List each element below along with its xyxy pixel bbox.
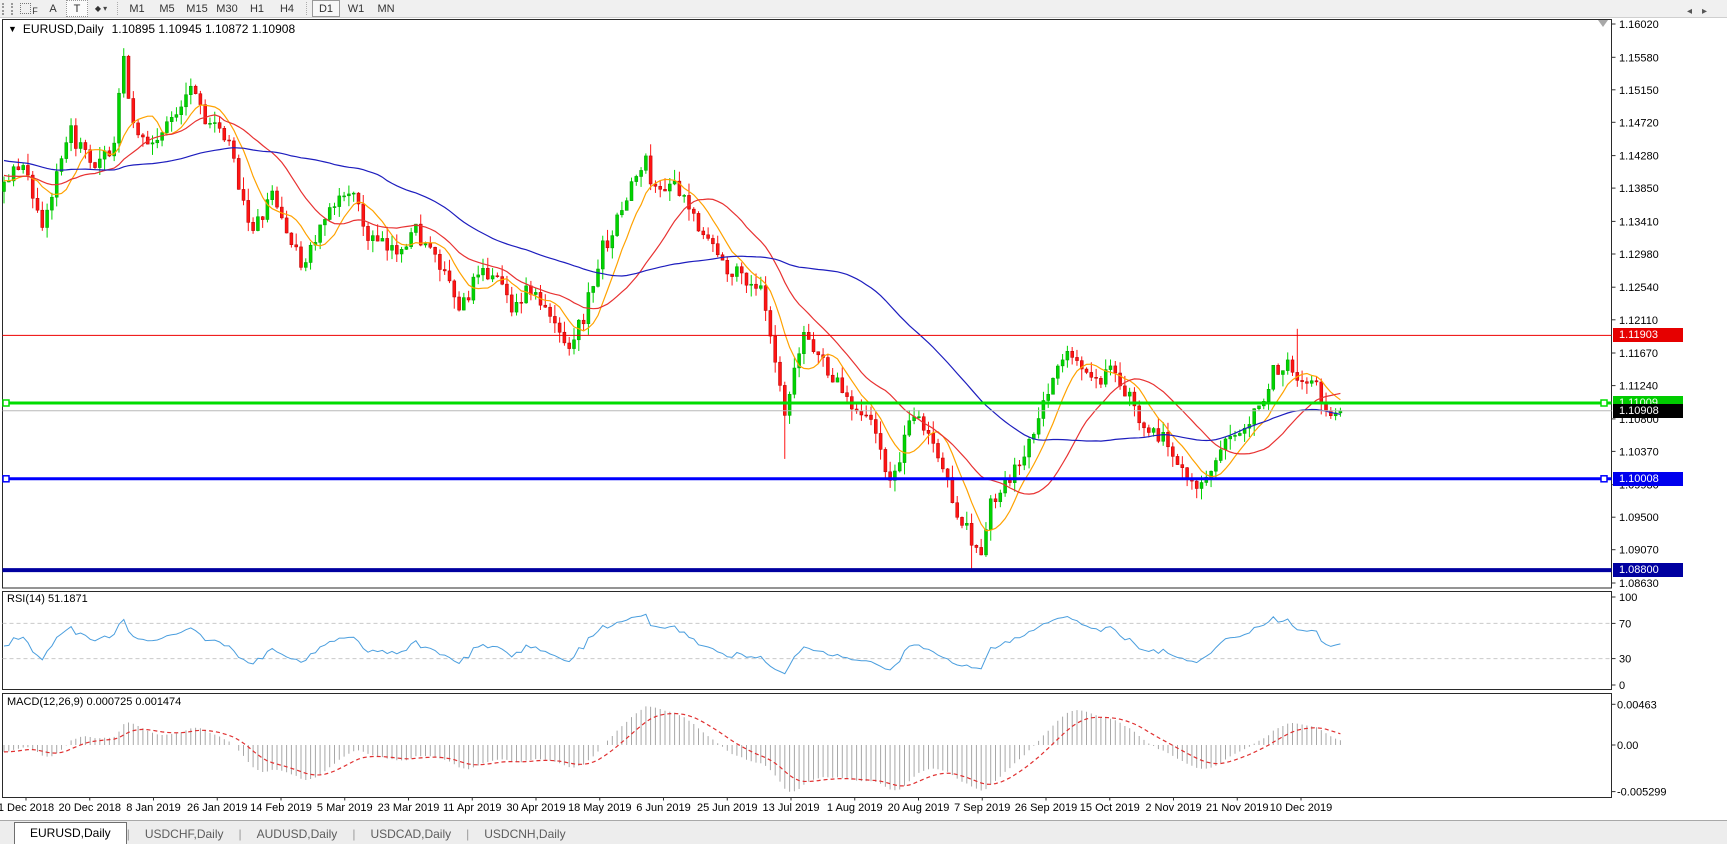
price-tick-label: 1.10370 <box>1619 446 1659 458</box>
date-tick-label: 6 Jun 2019 <box>636 802 690 814</box>
chart-tab-usdcad[interactable]: USDCAD,Daily <box>355 825 466 844</box>
macd-tick-label: 0.00 <box>1617 740 1638 752</box>
macd-indicator-label: MACD(12,26,9) 0.000725 0.001474 <box>7 696 181 708</box>
date-tick-label: 15 Oct 2019 <box>1080 802 1140 814</box>
price-tick-label: 1.12540 <box>1619 282 1659 294</box>
main-chart-frame <box>3 20 1612 589</box>
chart-canvas[interactable]: 1.16020 1.15580 1.15150 1.14720 1.14280 1.138… <box>0 0 1727 844</box>
price-tick-label: 1.15580 <box>1619 52 1659 64</box>
date-tick-label: 21 Nov 2019 <box>1206 802 1268 814</box>
date-tick-label: 20 Aug 2019 <box>888 802 950 814</box>
rsi-panel-frame <box>3 592 1612 690</box>
chart-tab-audusd[interactable]: AUDUSD,Daily <box>242 825 353 844</box>
price-tick-label: 1.12980 <box>1619 249 1659 261</box>
time-axis[interactable]: 1 Dec 2018 20 Dec 2018 8 Jan 2019 26 Jan 20… <box>0 799 1727 819</box>
date-tick-label: 26 Jan 2019 <box>187 802 248 814</box>
chart-tab-usdchf[interactable]: USDCHF,Daily <box>130 825 239 844</box>
price-tick-label: 1.11240 <box>1619 381 1658 393</box>
price-tick-label: 1.11670 <box>1619 348 1658 360</box>
date-tick-label: 25 Jun 2019 <box>697 802 758 814</box>
chart-tab-bar: EURUSD,Daily|USDCHF,Daily|AUDUSD,Daily|U… <box>0 820 1727 844</box>
price-badge-1.10908: 1.10908 <box>1613 404 1683 418</box>
price-tick-label: 1.13410 <box>1619 216 1659 228</box>
price-tick-label: 1.08630 <box>1619 578 1659 590</box>
chart-tab-eurusd[interactable]: EURUSD,Daily <box>14 822 127 844</box>
price-tick-label: 1.16020 <box>1619 19 1659 31</box>
rsi-tick-label: 0 <box>1619 680 1625 692</box>
macd-tick-label: 0.00463 <box>1617 699 1657 711</box>
date-tick-label: 5 Mar 2019 <box>317 802 373 814</box>
date-tick-label: 11 Apr 2019 <box>443 802 502 814</box>
date-tick-label: 1 Dec 2018 <box>0 802 54 814</box>
quote-dropdown-icon[interactable]: ▼ <box>8 24 17 34</box>
date-tick-label: 1 Aug 2019 <box>827 802 883 814</box>
rsi-tick-label: 30 <box>1619 654 1631 666</box>
date-tick-label: 20 Dec 2018 <box>59 802 121 814</box>
rsi-indicator-label: RSI(14) 51.1871 <box>7 593 88 605</box>
date-tick-label: 10 Dec 2019 <box>1270 802 1332 814</box>
hline-handle-left-1.10008[interactable] <box>3 476 9 482</box>
price-tick-label: 1.12110 <box>1619 315 1658 327</box>
price-tick-label: 1.14280 <box>1619 151 1659 163</box>
price-tick-label: 1.15150 <box>1619 85 1659 97</box>
date-tick-label: 7 Sep 2019 <box>954 802 1010 814</box>
mt4-window: F A T ◆ ▾ M1M5M15M30H1H4D1W1MN ▼ EURUSD,… <box>0 0 1727 844</box>
date-tick-label: 8 Jan 2019 <box>126 802 180 814</box>
date-tick-label: 30 Apr 2019 <box>506 802 565 814</box>
date-tick-label: 18 May 2019 <box>568 802 632 814</box>
date-tick-label: 23 Mar 2019 <box>378 802 440 814</box>
symbol-period-title: EURUSD,Daily <box>23 22 104 36</box>
hline-handle-right-1.10008[interactable] <box>1601 476 1607 482</box>
rsi-tick-label: 70 <box>1619 618 1631 630</box>
date-tick-label: 14 Feb 2019 <box>250 802 312 814</box>
date-tick-label: 2 Nov 2019 <box>1145 802 1201 814</box>
chart-header: ▼ EURUSD,Daily 1.10895 1.10945 1.10872 1… <box>8 22 295 36</box>
price-badge-1.11903: 1.11903 <box>1613 328 1683 342</box>
price-tick-label: 1.09070 <box>1619 545 1659 557</box>
date-tick-label: 13 Jul 2019 <box>763 802 820 814</box>
date-tick-label: 26 Sep 2019 <box>1015 802 1077 814</box>
hline-handle-left-1.11009[interactable] <box>3 400 9 406</box>
chart-shift-marker[interactable] <box>1598 20 1608 27</box>
rsi-tick-label: 100 <box>1619 592 1637 604</box>
ohlc-values: 1.10895 1.10945 1.10872 1.10908 <box>112 22 296 36</box>
price-tick-label: 1.13850 <box>1619 183 1659 195</box>
price-badge-1.08800: 1.08800 <box>1613 563 1683 577</box>
price-tick-label: 1.09500 <box>1619 512 1659 524</box>
chart-tab-usdcnh[interactable]: USDCNH,Daily <box>469 825 580 844</box>
price-badge-1.10008: 1.10008 <box>1613 472 1683 486</box>
macd-tick-label: -0.005299 <box>1617 787 1667 799</box>
hline-handle-right-1.11009[interactable] <box>1601 400 1607 406</box>
price-tick-label: 1.14720 <box>1619 117 1659 129</box>
